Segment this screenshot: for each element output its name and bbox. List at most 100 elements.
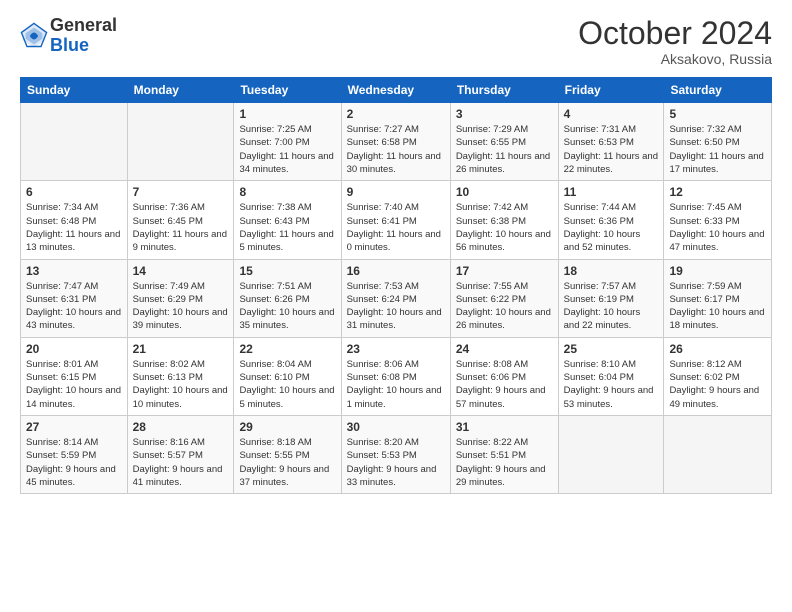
calendar-cell: 26 Sunrise: 8:12 AM Sunset: 6:02 PM Dayli… xyxy=(664,337,772,415)
day-info: Sunrise: 7:47 AM Sunset: 6:31 PM Dayligh… xyxy=(26,280,122,333)
day-info: Sunrise: 7:55 AM Sunset: 6:22 PM Dayligh… xyxy=(456,280,553,333)
day-info: Sunrise: 7:42 AM Sunset: 6:38 PM Dayligh… xyxy=(456,201,553,254)
month-title: October 2024 xyxy=(578,16,772,51)
calendar-cell: 13 Sunrise: 7:47 AM Sunset: 6:31 PM Dayli… xyxy=(21,259,128,337)
day-number: 17 xyxy=(456,264,553,278)
calendar-cell xyxy=(558,415,664,493)
calendar-cell: 20Sunrise: 8:01 AM Sunset: 6:15 PM Dayli… xyxy=(21,337,128,415)
day-info: Sunrise: 7:27 AM Sunset: 6:58 PM Dayligh… xyxy=(347,123,445,176)
calendar-cell: 12Sunrise: 7:45 AM Sunset: 6:33 PM Dayli… xyxy=(664,181,772,259)
day-info: Sunrise: 8:14 AM Sunset: 5:59 PM Dayligh… xyxy=(26,436,122,489)
calendar-cell: 19 Sunrise: 7:59 AM Sunset: 6:17 PM Dayli… xyxy=(664,259,772,337)
calendar-cell: 4 Sunrise: 7:31 AM Sunset: 6:53 PM Daylig… xyxy=(558,103,664,181)
day-number: 31 xyxy=(456,420,553,434)
day-info: Sunrise: 8:22 AM Sunset: 5:51 PM Dayligh… xyxy=(456,436,553,489)
day-number: 6 xyxy=(26,185,122,199)
day-info: Sunrise: 8:12 AM Sunset: 6:02 PM Dayligh… xyxy=(669,358,766,411)
calendar-cell: 23 Sunrise: 8:06 AM Sunset: 6:08 PM Dayli… xyxy=(341,337,450,415)
day-info: Sunrise: 7:53 AM Sunset: 6:24 PM Dayligh… xyxy=(347,280,445,333)
day-number: 8 xyxy=(239,185,335,199)
day-info: Sunrise: 7:44 AM Sunset: 6:36 PM Dayligh… xyxy=(564,201,659,254)
day-number: 10 xyxy=(456,185,553,199)
header: General Blue October 2024 Aksakovo, Russ… xyxy=(20,16,772,67)
day-number: 1 xyxy=(239,107,335,121)
calendar-cell: 29Sunrise: 8:18 AM Sunset: 5:55 PM Dayli… xyxy=(234,415,341,493)
calendar-cell: 27Sunrise: 8:14 AM Sunset: 5:59 PM Dayli… xyxy=(21,415,128,493)
calendar-cell: 11 Sunrise: 7:44 AM Sunset: 6:36 PM Dayli… xyxy=(558,181,664,259)
day-info: Sunrise: 7:57 AM Sunset: 6:19 PM Dayligh… xyxy=(564,280,659,333)
calendar-week-row-1: 1 Sunrise: 7:25 AM Sunset: 7:00 PM Daylig… xyxy=(21,103,772,181)
day-info: Sunrise: 8:04 AM Sunset: 6:10 PM Dayligh… xyxy=(239,358,335,411)
logo-text: General Blue xyxy=(50,16,117,56)
day-info: Sunrise: 8:06 AM Sunset: 6:08 PM Dayligh… xyxy=(347,358,445,411)
day-info: Sunrise: 7:25 AM Sunset: 7:00 PM Dayligh… xyxy=(239,123,335,176)
calendar-cell: 24 Sunrise: 8:08 AM Sunset: 6:06 PM Dayli… xyxy=(450,337,558,415)
day-info: Sunrise: 8:20 AM Sunset: 5:53 PM Dayligh… xyxy=(347,436,445,489)
day-number: 14 xyxy=(133,264,229,278)
location: Aksakovo, Russia xyxy=(578,51,772,67)
logo-general: General xyxy=(50,15,117,35)
day-number: 25 xyxy=(564,342,659,356)
day-info: Sunrise: 8:16 AM Sunset: 5:57 PM Dayligh… xyxy=(133,436,229,489)
day-info: Sunrise: 7:32 AM Sunset: 6:50 PM Dayligh… xyxy=(669,123,766,176)
day-number: 3 xyxy=(456,107,553,121)
calendar-cell xyxy=(127,103,234,181)
day-info: Sunrise: 7:40 AM Sunset: 6:41 PM Dayligh… xyxy=(347,201,445,254)
day-info: Sunrise: 7:38 AM Sunset: 6:43 PM Dayligh… xyxy=(239,201,335,254)
calendar-cell: 25 Sunrise: 8:10 AM Sunset: 6:04 PM Dayli… xyxy=(558,337,664,415)
day-number: 2 xyxy=(347,107,445,121)
calendar-week-row-3: 13 Sunrise: 7:47 AM Sunset: 6:31 PM Dayli… xyxy=(21,259,772,337)
day-number: 28 xyxy=(133,420,229,434)
day-number: 5 xyxy=(669,107,766,121)
calendar-cell: 2 Sunrise: 7:27 AM Sunset: 6:58 PM Daylig… xyxy=(341,103,450,181)
title-block: October 2024 Aksakovo, Russia xyxy=(578,16,772,67)
day-info: Sunrise: 7:59 AM Sunset: 6:17 PM Dayligh… xyxy=(669,280,766,333)
calendar-cell: 5 Sunrise: 7:32 AM Sunset: 6:50 PM Daylig… xyxy=(664,103,772,181)
col-sunday: Sunday xyxy=(21,78,128,103)
day-number: 26 xyxy=(669,342,766,356)
day-info: Sunrise: 7:36 AM Sunset: 6:45 PM Dayligh… xyxy=(133,201,229,254)
day-number: 23 xyxy=(347,342,445,356)
page: General Blue October 2024 Aksakovo, Russ… xyxy=(0,0,792,612)
col-thursday: Thursday xyxy=(450,78,558,103)
day-number: 19 xyxy=(669,264,766,278)
day-info: Sunrise: 8:02 AM Sunset: 6:13 PM Dayligh… xyxy=(133,358,229,411)
logo: General Blue xyxy=(20,16,117,56)
calendar-week-row-4: 20Sunrise: 8:01 AM Sunset: 6:15 PM Dayli… xyxy=(21,337,772,415)
calendar-cell: 6Sunrise: 7:34 AM Sunset: 6:48 PM Daylig… xyxy=(21,181,128,259)
day-number: 12 xyxy=(669,185,766,199)
day-number: 11 xyxy=(564,185,659,199)
calendar-cell: 15Sunrise: 7:51 AM Sunset: 6:26 PM Dayli… xyxy=(234,259,341,337)
col-saturday: Saturday xyxy=(664,78,772,103)
calendar-cell: 30 Sunrise: 8:20 AM Sunset: 5:53 PM Dayli… xyxy=(341,415,450,493)
day-info: Sunrise: 7:31 AM Sunset: 6:53 PM Dayligh… xyxy=(564,123,659,176)
calendar-cell xyxy=(21,103,128,181)
day-info: Sunrise: 7:51 AM Sunset: 6:26 PM Dayligh… xyxy=(239,280,335,333)
calendar-cell: 22 Sunrise: 8:04 AM Sunset: 6:10 PM Dayli… xyxy=(234,337,341,415)
day-number: 7 xyxy=(133,185,229,199)
day-number: 20 xyxy=(26,342,122,356)
calendar-cell: 10 Sunrise: 7:42 AM Sunset: 6:38 PM Dayli… xyxy=(450,181,558,259)
day-info: Sunrise: 8:08 AM Sunset: 6:06 PM Dayligh… xyxy=(456,358,553,411)
day-number: 22 xyxy=(239,342,335,356)
col-tuesday: Tuesday xyxy=(234,78,341,103)
calendar-cell: 14Sunrise: 7:49 AM Sunset: 6:29 PM Dayli… xyxy=(127,259,234,337)
day-info: Sunrise: 8:10 AM Sunset: 6:04 PM Dayligh… xyxy=(564,358,659,411)
day-number: 13 xyxy=(26,264,122,278)
calendar-cell: 16Sunrise: 7:53 AM Sunset: 6:24 PM Dayli… xyxy=(341,259,450,337)
logo-icon xyxy=(20,22,48,50)
calendar-cell: 3 Sunrise: 7:29 AM Sunset: 6:55 PM Daylig… xyxy=(450,103,558,181)
day-info: Sunrise: 7:29 AM Sunset: 6:55 PM Dayligh… xyxy=(456,123,553,176)
calendar-cell: 28 Sunrise: 8:16 AM Sunset: 5:57 PM Dayli… xyxy=(127,415,234,493)
calendar-week-row-5: 27Sunrise: 8:14 AM Sunset: 5:59 PM Dayli… xyxy=(21,415,772,493)
calendar-week-row-2: 6Sunrise: 7:34 AM Sunset: 6:48 PM Daylig… xyxy=(21,181,772,259)
calendar-cell: 9 Sunrise: 7:40 AM Sunset: 6:41 PM Daylig… xyxy=(341,181,450,259)
day-number: 30 xyxy=(347,420,445,434)
day-number: 9 xyxy=(347,185,445,199)
day-number: 21 xyxy=(133,342,229,356)
col-wednesday: Wednesday xyxy=(341,78,450,103)
calendar-cell: 31 Sunrise: 8:22 AM Sunset: 5:51 PM Dayli… xyxy=(450,415,558,493)
day-number: 29 xyxy=(239,420,335,434)
day-number: 24 xyxy=(456,342,553,356)
day-number: 4 xyxy=(564,107,659,121)
